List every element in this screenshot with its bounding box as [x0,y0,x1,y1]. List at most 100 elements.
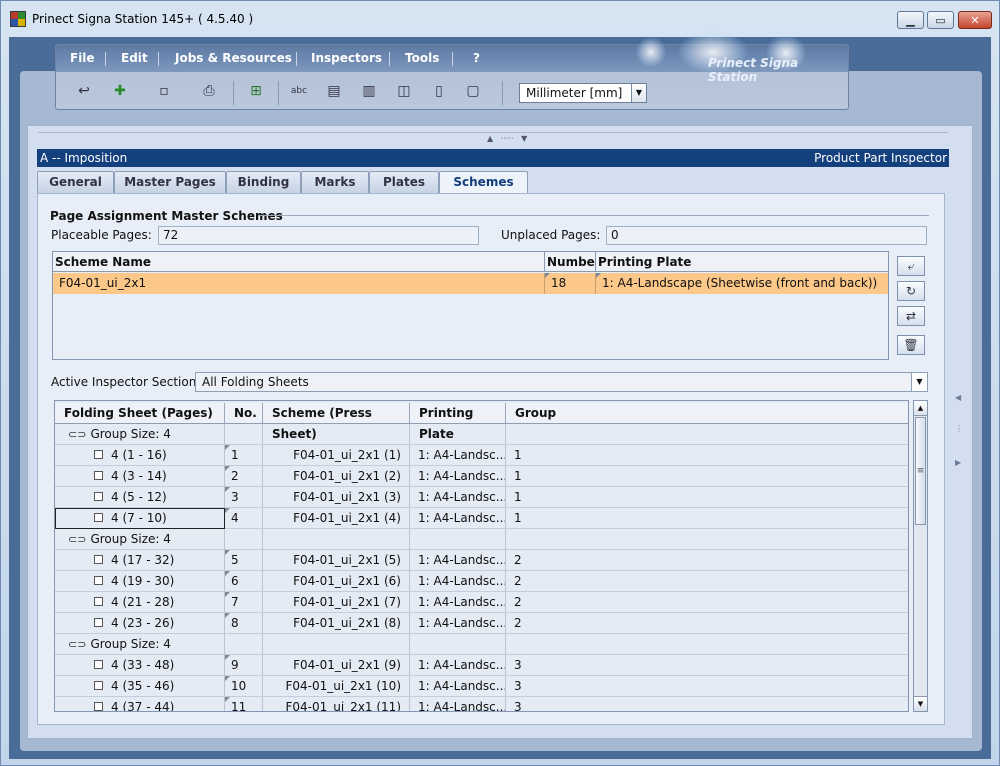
table-row[interactable]: F04-01_ui_2x1 18 1: A4-Landscape (Sheetw… [53,273,888,294]
group-cell[interactable]: 3 [506,676,908,697]
sheet-checkbox[interactable] [94,576,103,585]
printing-plate-cell[interactable]: 1: A4-Landsc... [410,487,506,508]
sheet-number-cell[interactable]: 10 [225,676,263,697]
group-cell[interactable]: 1 [506,445,908,466]
scheme-cell[interactable]: F04-01_ui_2x1 (5) [263,550,410,571]
scheme-plate-cell[interactable]: 1: A4-Landscape (Sheetwise (front and ba… [596,273,888,294]
plate-button[interactable]: ▯ [428,81,450,101]
scheme-name-cell[interactable]: F04-01_ui_2x1 [53,273,545,294]
side-collapse-right-icon[interactable]: ▶ [955,458,961,467]
folding-sheet-cell[interactable]: 4 (7 - 10) [55,508,225,529]
menu-edit[interactable]: Edit [121,51,148,65]
sheet-checkbox[interactable] [94,597,103,606]
close-button[interactable]: ✕ [958,11,992,29]
folder-icon[interactable]: ⊂⊃ [68,634,86,654]
scroll-up-icon[interactable]: ▲ [914,401,927,416]
empty-cell[interactable] [506,424,908,445]
title-bar[interactable]: Prinect Signa Station 145+ ( 4.5.40 ) ▁ … [1,1,999,37]
sheet-number-cell[interactable]: 8 [225,613,263,634]
print-button[interactable]: ⎙ [198,81,220,101]
sheet-checkbox[interactable] [94,555,103,564]
folding-sheet-cell[interactable]: 4 (17 - 32) [55,550,225,571]
folder-icon[interactable]: ⊂⊃ [68,529,86,549]
fold-button[interactable]: ◫ [393,81,415,101]
table-row[interactable]: 4 (1 - 16) 1 F04-01_ui_2x1 (1) 1: A4-Landsc… [55,445,908,466]
scheme-cell[interactable]: F04-01_ui_2x1 (1) [263,445,410,466]
menu-tools[interactable]: Tools [405,51,439,65]
printing-plate-cell[interactable]: 1: A4-Landsc... [410,508,506,529]
printing-plate-cell[interactable]: 1: A4-Landsc... [410,592,506,613]
folding-sheet-cell[interactable]: 4 (21 - 28) [55,592,225,613]
empty-cell[interactable] [410,529,506,550]
minimize-button[interactable]: ▁ [897,11,924,29]
empty-cell[interactable] [410,424,506,445]
sheet-number-cell[interactable]: 5 [225,550,263,571]
group-label-cell[interactable]: ⊂⊃ Group Size: 4 [55,529,225,550]
chevron-down-icon[interactable]: ▼ [911,373,927,391]
sheet-checkbox[interactable] [94,492,103,501]
document-button[interactable]: ▢ [462,81,484,101]
group-row[interactable]: ⊂⊃ Group Size: 4 [55,424,908,445]
sheet-checkbox[interactable] [94,513,103,522]
sheet-number-cell[interactable]: 3 [225,487,263,508]
empty-cell[interactable] [225,424,263,445]
sheet-number-cell[interactable]: 6 [225,571,263,592]
table-row[interactable]: 4 (35 - 46) 10 F04-01_ui_2x1 (10) 1: A4-Lan… [55,676,908,697]
column-header-number[interactable]: Number [545,252,601,272]
table-row[interactable]: 4 (23 - 26) 8 F04-01_ui_2x1 (8) 1: A4-Lands… [55,613,908,634]
tab-marks[interactable]: Marks [301,171,369,193]
empty-cell[interactable] [263,424,410,445]
save-button[interactable]: ▫ [153,81,175,101]
tab-binding[interactable]: Binding [226,171,301,193]
folder-icon[interactable]: ⊂⊃ [68,424,86,444]
scheme-cell[interactable]: F04-01_ui_2x1 (6) [263,571,410,592]
folding-sheet-cell[interactable]: 4 (33 - 48) [55,655,225,676]
empty-cell[interactable] [225,529,263,550]
folding-sheet-cell[interactable]: 4 (1 - 16) [55,445,225,466]
group-cell[interactable]: 3 [506,655,908,676]
group-cell[interactable]: 1 [506,508,908,529]
new-job-button[interactable]: ✚ [109,81,131,101]
group-row[interactable]: ⊂⊃ Group Size: 4 [55,529,908,550]
sheet-number-cell[interactable]: 11 [225,697,263,711]
text-tool-button[interactable]: abc [288,81,310,101]
tab-general[interactable]: General [37,171,114,193]
printing-plate-cell[interactable]: 1: A4-Landsc... [410,697,506,711]
scheme-cell[interactable]: F04-01_ui_2x1 (4) [263,508,410,529]
tab-schemes[interactable]: Schemes [439,171,528,194]
side-collapse-left-icon[interactable]: ◀ [955,393,961,402]
group-cell[interactable]: 1 [506,487,908,508]
group-cell[interactable]: 2 [506,592,908,613]
column-header-no[interactable]: No. [225,403,263,424]
table-scrollbar[interactable]: ▲ ≡ ▼ [913,400,928,712]
tab-plates[interactable]: Plates [369,171,439,193]
group-cell[interactable]: 3 [506,697,908,711]
sheet-checkbox[interactable] [94,471,103,480]
printing-plate-cell[interactable]: 1: A4-Landsc... [410,466,506,487]
group-label-cell[interactable]: ⊂⊃ Group Size: 4 [55,424,225,445]
scheme-cell[interactable]: F04-01_ui_2x1 (8) [263,613,410,634]
empty-cell[interactable] [263,529,410,550]
scroll-thumb[interactable]: ≡ [915,417,926,525]
column-header-scheme[interactable]: Scheme (Press Sheet) [263,403,410,441]
printing-plate-cell[interactable]: 1: A4-Landsc... [410,655,506,676]
side-grip-icon[interactable]: ⋮ [955,424,963,433]
refresh-scheme-button[interactable]: ↻ [897,281,925,301]
table-row[interactable]: 4 (37 - 44) 11 F04-01_ui_2x1 (11) 1: A4-Lan… [55,697,908,711]
folding-sheet-cell[interactable]: 4 (35 - 46) [55,676,225,697]
folding-sheet-cell[interactable]: 4 (3 - 14) [55,466,225,487]
scheme-cell[interactable]: F04-01_ui_2x1 (2) [263,466,410,487]
group-label-cell[interactable]: ⊂⊃ Group Size: 4 [55,634,225,655]
table-row[interactable]: 4 (21 - 28) 7 F04-01_ui_2x1 (7) 1: A4-Lands… [55,592,908,613]
page-list-button[interactable]: ▤ [323,81,345,101]
splitter-grip-icon[interactable]: ▲ ····· ▼ [487,134,527,143]
maximize-button[interactable]: ▭ [927,11,954,29]
printing-plate-cell[interactable]: 1: A4-Landsc... [410,613,506,634]
sheet-number-cell[interactable]: 1 [225,445,263,466]
scheme-cell[interactable]: F04-01_ui_2x1 (11) [263,697,410,711]
delete-scheme-button[interactable]: 🗑 [897,335,925,355]
empty-cell[interactable] [225,634,263,655]
sheet-number-cell[interactable]: 9 [225,655,263,676]
empty-cell[interactable] [506,634,908,655]
sheet-checkbox[interactable] [94,702,103,711]
